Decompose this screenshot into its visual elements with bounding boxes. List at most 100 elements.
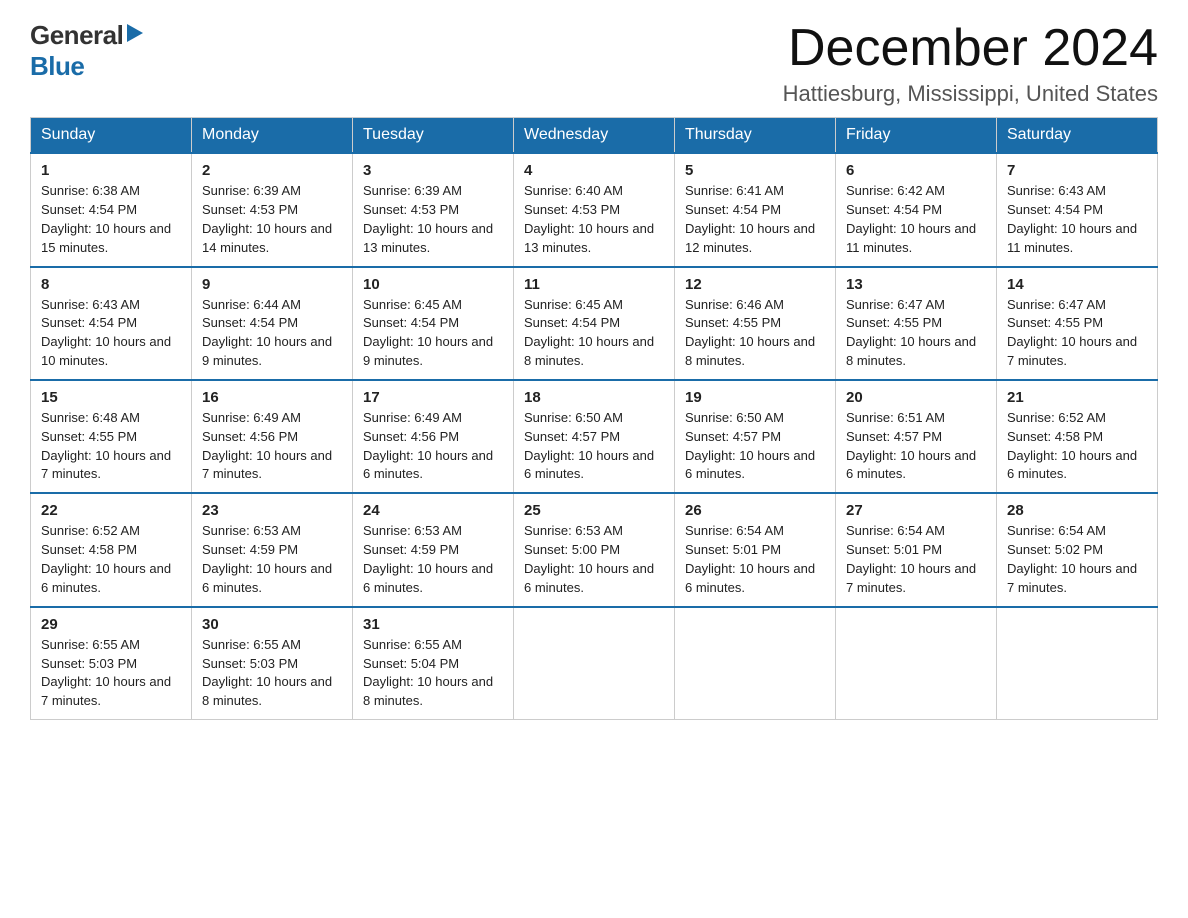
day-number: 13 xyxy=(846,276,986,293)
calendar-day-6: 6 Sunrise: 6:42 AMSunset: 4:54 PMDaylight… xyxy=(836,153,997,266)
day-info: Sunrise: 6:47 AMSunset: 4:55 PMDaylight:… xyxy=(846,296,986,371)
day-info: Sunrise: 6:43 AMSunset: 4:54 PMDaylight:… xyxy=(1007,182,1147,257)
week-row-5: 29 Sunrise: 6:55 AMSunset: 5:03 PMDayligh… xyxy=(31,607,1158,720)
day-info: Sunrise: 6:52 AMSunset: 4:58 PMDaylight:… xyxy=(41,522,181,597)
calendar-day-9: 9Sunrise: 6:44 AMSunset: 4:54 PMDaylight… xyxy=(192,267,353,380)
day-info: Sunrise: 6:49 AMSunset: 4:56 PMDaylight:… xyxy=(202,409,342,484)
day-info: Sunrise: 6:51 AMSunset: 4:57 PMDaylight:… xyxy=(846,409,986,484)
day-info: Sunrise: 6:47 AMSunset: 4:55 PMDaylight:… xyxy=(1007,296,1147,371)
week-row-1: 1 Sunrise: 6:38 AMSunset: 4:54 PMDaylight… xyxy=(31,153,1158,266)
calendar-day-14: 14 Sunrise: 6:47 AMSunset: 4:55 PMDayligh… xyxy=(997,267,1158,380)
calendar-day-3: 3 Sunrise: 6:39 AMSunset: 4:53 PMDaylight… xyxy=(353,153,514,266)
calendar-header-row: SundayMondayTuesdayWednesdayThursdayFrid… xyxy=(31,118,1158,154)
day-number: 1 xyxy=(41,162,181,179)
day-info: Sunrise: 6:41 AMSunset: 4:54 PMDaylight:… xyxy=(685,182,825,257)
logo-arrow-icon xyxy=(125,22,145,49)
day-info: Sunrise: 6:39 AMSunset: 4:53 PMDaylight:… xyxy=(202,182,342,257)
calendar-day-30: 30Sunrise: 6:55 AMSunset: 5:03 PMDayligh… xyxy=(192,607,353,720)
day-info: Sunrise: 6:45 AMSunset: 4:54 PMDaylight:… xyxy=(524,296,664,371)
calendar-day-29: 29 Sunrise: 6:55 AMSunset: 5:03 PMDayligh… xyxy=(31,607,192,720)
day-info: Sunrise: 6:43 AMSunset: 4:54 PMDaylight:… xyxy=(41,296,181,371)
day-info: Sunrise: 6:54 AMSunset: 5:01 PMDaylight:… xyxy=(846,522,986,597)
week-row-2: 8Sunrise: 6:43 AMSunset: 4:54 PMDaylight… xyxy=(31,267,1158,380)
day-info: Sunrise: 6:54 AMSunset: 5:02 PMDaylight:… xyxy=(1007,522,1147,597)
day-info: Sunrise: 6:45 AMSunset: 4:54 PMDaylight:… xyxy=(363,296,503,371)
day-number: 5 xyxy=(685,162,825,179)
day-number: 27 xyxy=(846,502,986,519)
day-info: Sunrise: 6:50 AMSunset: 4:57 PMDaylight:… xyxy=(524,409,664,484)
day-info: Sunrise: 6:49 AMSunset: 4:56 PMDaylight:… xyxy=(363,409,503,484)
empty-cell xyxy=(675,607,836,720)
calendar-day-16: 16 Sunrise: 6:49 AMSunset: 4:56 PMDayligh… xyxy=(192,380,353,493)
calendar-day-8: 8Sunrise: 6:43 AMSunset: 4:54 PMDaylight… xyxy=(31,267,192,380)
day-info: Sunrise: 6:55 AMSunset: 5:03 PMDaylight:… xyxy=(41,636,181,711)
day-number: 17 xyxy=(363,389,503,406)
day-number: 24 xyxy=(363,502,503,519)
day-number: 28 xyxy=(1007,502,1147,519)
weekday-header-sunday: Sunday xyxy=(31,118,192,154)
calendar-day-7: 7 Sunrise: 6:43 AMSunset: 4:54 PMDaylight… xyxy=(997,153,1158,266)
day-info: Sunrise: 6:46 AMSunset: 4:55 PMDaylight:… xyxy=(685,296,825,371)
day-info: Sunrise: 6:42 AMSunset: 4:54 PMDaylight:… xyxy=(846,182,986,257)
calendar-day-18: 18Sunrise: 6:50 AMSunset: 4:57 PMDayligh… xyxy=(514,380,675,493)
day-number: 19 xyxy=(685,389,825,406)
logo: General Blue xyxy=(30,20,145,82)
calendar-day-28: 28 Sunrise: 6:54 AMSunset: 5:02 PMDayligh… xyxy=(997,493,1158,606)
calendar-day-5: 5 Sunrise: 6:41 AMSunset: 4:54 PMDaylight… xyxy=(675,153,836,266)
calendar-day-23: 23Sunrise: 6:53 AMSunset: 4:59 PMDayligh… xyxy=(192,493,353,606)
empty-cell xyxy=(997,607,1158,720)
day-number: 29 xyxy=(41,616,181,633)
calendar-day-25: 25Sunrise: 6:53 AMSunset: 5:00 PMDayligh… xyxy=(514,493,675,606)
day-number: 10 xyxy=(363,276,503,293)
calendar-day-1: 1 Sunrise: 6:38 AMSunset: 4:54 PMDaylight… xyxy=(31,153,192,266)
day-number: 7 xyxy=(1007,162,1147,179)
day-number: 16 xyxy=(202,389,342,406)
day-number: 22 xyxy=(41,502,181,519)
week-row-4: 22 Sunrise: 6:52 AMSunset: 4:58 PMDayligh… xyxy=(31,493,1158,606)
page-subtitle: Hattiesburg, Mississippi, United States xyxy=(783,81,1158,107)
day-number: 12 xyxy=(685,276,825,293)
day-number: 4 xyxy=(524,162,664,179)
weekday-header-thursday: Thursday xyxy=(675,118,836,154)
day-number: 14 xyxy=(1007,276,1147,293)
calendar-day-27: 27 Sunrise: 6:54 AMSunset: 5:01 PMDayligh… xyxy=(836,493,997,606)
weekday-header-saturday: Saturday xyxy=(997,118,1158,154)
day-number: 11 xyxy=(524,276,664,293)
logo-general-text: General xyxy=(30,20,123,51)
weekday-header-monday: Monday xyxy=(192,118,353,154)
day-info: Sunrise: 6:40 AMSunset: 4:53 PMDaylight:… xyxy=(524,182,664,257)
day-info: Sunrise: 6:52 AMSunset: 4:58 PMDaylight:… xyxy=(1007,409,1147,484)
page-header: General Blue December 2024 Hattiesburg, … xyxy=(30,20,1158,107)
calendar-day-12: 12 Sunrise: 6:46 AMSunset: 4:55 PMDayligh… xyxy=(675,267,836,380)
day-number: 3 xyxy=(363,162,503,179)
empty-cell xyxy=(514,607,675,720)
day-info: Sunrise: 6:55 AMSunset: 5:04 PMDaylight:… xyxy=(363,636,503,711)
calendar-day-4: 4 Sunrise: 6:40 AMSunset: 4:53 PMDaylight… xyxy=(514,153,675,266)
calendar-day-19: 19Sunrise: 6:50 AMSunset: 4:57 PMDayligh… xyxy=(675,380,836,493)
day-number: 20 xyxy=(846,389,986,406)
calendar-day-26: 26Sunrise: 6:54 AMSunset: 5:01 PMDayligh… xyxy=(675,493,836,606)
weekday-header-wednesday: Wednesday xyxy=(514,118,675,154)
weekday-header-friday: Friday xyxy=(836,118,997,154)
calendar-table: SundayMondayTuesdayWednesdayThursdayFrid… xyxy=(30,117,1158,720)
day-number: 21 xyxy=(1007,389,1147,406)
day-info: Sunrise: 6:39 AMSunset: 4:53 PMDaylight:… xyxy=(363,182,503,257)
day-number: 31 xyxy=(363,616,503,633)
day-info: Sunrise: 6:53 AMSunset: 4:59 PMDaylight:… xyxy=(363,522,503,597)
empty-cell xyxy=(836,607,997,720)
calendar-day-31: 31 Sunrise: 6:55 AMSunset: 5:04 PMDayligh… xyxy=(353,607,514,720)
calendar-day-24: 24 Sunrise: 6:53 AMSunset: 4:59 PMDayligh… xyxy=(353,493,514,606)
day-info: Sunrise: 6:48 AMSunset: 4:55 PMDaylight:… xyxy=(41,409,181,484)
logo-blue-text: Blue xyxy=(30,51,84,81)
day-number: 26 xyxy=(685,502,825,519)
calendar-day-22: 22 Sunrise: 6:52 AMSunset: 4:58 PMDayligh… xyxy=(31,493,192,606)
day-info: Sunrise: 6:44 AMSunset: 4:54 PMDaylight:… xyxy=(202,296,342,371)
day-info: Sunrise: 6:38 AMSunset: 4:54 PMDaylight:… xyxy=(41,182,181,257)
calendar-day-10: 10 Sunrise: 6:45 AMSunset: 4:54 PMDayligh… xyxy=(353,267,514,380)
calendar-day-15: 15Sunrise: 6:48 AMSunset: 4:55 PMDayligh… xyxy=(31,380,192,493)
day-number: 2 xyxy=(202,162,342,179)
calendar-day-20: 20 Sunrise: 6:51 AMSunset: 4:57 PMDayligh… xyxy=(836,380,997,493)
day-number: 25 xyxy=(524,502,664,519)
day-info: Sunrise: 6:53 AMSunset: 4:59 PMDaylight:… xyxy=(202,522,342,597)
day-number: 6 xyxy=(846,162,986,179)
